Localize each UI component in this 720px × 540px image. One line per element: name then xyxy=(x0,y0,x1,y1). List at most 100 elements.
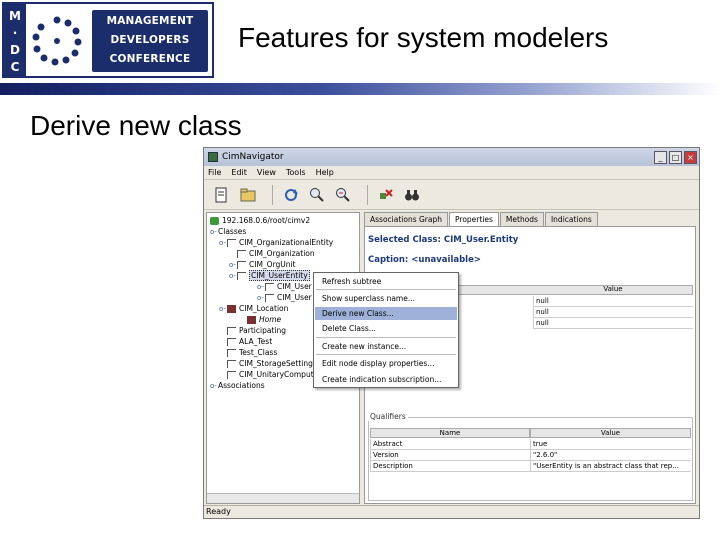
tree-item-label: CIM_UnitaryComputer xyxy=(239,370,322,379)
expand-toggle-icon[interactable]: o- xyxy=(229,272,237,280)
tree-item[interactable]: o- Associations xyxy=(210,380,265,391)
tree-item[interactable]: 192.168.0.6/root/cimv2 xyxy=(210,215,310,226)
class-icon xyxy=(227,326,236,335)
logo-dot-ring-icon xyxy=(32,16,82,66)
tree-item-label: Home xyxy=(259,315,282,324)
menu-help[interactable]: Help xyxy=(316,168,334,177)
logo-letter: D xyxy=(10,43,20,57)
class-icon xyxy=(265,282,274,291)
tree-item[interactable]: o- CIM_OrgUnit xyxy=(229,259,296,270)
selected-class-value: CIM_User.Entity xyxy=(443,235,519,245)
menu-item-show-superclass[interactable]: Show superclass name... xyxy=(315,292,457,305)
open-folder-icon[interactable] xyxy=(238,185,258,205)
menu-item-refresh-subtree[interactable]: Refresh subtree xyxy=(315,275,457,288)
table-cell: Description xyxy=(370,461,530,472)
logo-letter: M xyxy=(9,9,21,23)
tree-item[interactable]: CIM_StorageSetting xyxy=(227,358,313,369)
expand-toggle-icon[interactable]: o- xyxy=(257,283,265,291)
expand-toggle-icon[interactable]: o- xyxy=(210,382,218,390)
delete-node-icon[interactable] xyxy=(376,185,396,205)
tree-item[interactable]: o- CIM_User xyxy=(257,292,312,303)
tree-item[interactable]: Participating xyxy=(227,325,286,336)
table-cell: null xyxy=(533,296,693,307)
horizontal-scrollbar[interactable] xyxy=(207,493,359,503)
table-cell: Abstract xyxy=(370,439,530,450)
class-icon xyxy=(265,293,274,302)
tree-item[interactable]: o- CIM_User xyxy=(257,281,312,292)
class-icon xyxy=(237,271,246,280)
menu-item-derive-new-class[interactable]: Derive new Class... xyxy=(315,307,457,320)
window-titlebar[interactable]: CimNavigator _ □ × xyxy=(204,148,699,166)
tree-item[interactable]: o- Classes xyxy=(210,226,246,237)
logo-letter: C xyxy=(10,60,20,74)
selected-class-label: Selected Class: xyxy=(368,235,441,245)
tree-item[interactable]: ALA_Test xyxy=(227,336,272,347)
folder-icon xyxy=(227,304,236,313)
tab-strip: Associations Graph Properties Methods In… xyxy=(364,212,599,226)
tree-item[interactable]: CIM_Organization xyxy=(237,248,315,259)
tree-item-selected[interactable]: o- CIM_UserEntity xyxy=(229,270,310,281)
tree-item[interactable]: CIM_UnitaryComputer xyxy=(227,369,321,380)
tree-item-label: Associations xyxy=(218,381,265,390)
binoculars-icon[interactable] xyxy=(402,185,422,205)
menu-item-create-indication-subscription[interactable]: Create indication subscription... xyxy=(315,373,457,386)
tree-item-label: CIM_User xyxy=(277,293,312,302)
tab-indications[interactable]: Indications xyxy=(544,212,598,226)
tree-item-label: CIM_User xyxy=(277,282,312,291)
class-icon xyxy=(237,249,246,258)
instance-icon xyxy=(247,315,256,324)
menu-separator xyxy=(316,354,456,355)
tree-item[interactable]: Home xyxy=(247,314,281,325)
table-cell: "2.6.0" xyxy=(530,450,691,461)
zoom-in-icon[interactable] xyxy=(307,185,327,205)
menu-edit[interactable]: Edit xyxy=(231,168,247,177)
document-icon[interactable] xyxy=(212,185,232,205)
logo-line: CONFERENCE xyxy=(109,53,191,65)
menu-item-create-instance[interactable]: Create new instance... xyxy=(315,340,457,353)
close-button[interactable]: × xyxy=(684,150,697,164)
toolbar xyxy=(204,180,699,210)
expand-toggle-icon[interactable]: o- xyxy=(219,239,227,247)
host-icon xyxy=(210,216,219,225)
logo-letter-bar: M · D C xyxy=(4,4,26,76)
tree-item-label: CIM_Organization xyxy=(249,249,315,258)
slide-subtitle: Derive new class xyxy=(30,110,242,141)
expand-toggle-icon[interactable]: o- xyxy=(210,228,218,236)
table-cell: "UserEntity is an abstract class that re… xyxy=(530,461,691,472)
table-cell: true xyxy=(530,439,691,450)
class-icon xyxy=(227,370,236,379)
app-icon xyxy=(208,152,218,162)
tree-item-label: CIM_Location xyxy=(239,304,289,313)
tree-item[interactable]: o- CIM_OrganizationalEntity xyxy=(219,237,333,248)
menu-item-delete-class[interactable]: Delete Class... xyxy=(315,322,457,335)
maximize-button[interactable]: □ xyxy=(669,150,682,164)
zoom-out-icon[interactable] xyxy=(333,185,353,205)
class-icon xyxy=(227,348,236,357)
menu-tools[interactable]: Tools xyxy=(286,168,306,177)
menu-item-edit-display-properties[interactable]: Edit node display properties... xyxy=(315,357,457,370)
class-icon xyxy=(227,238,236,247)
window-title: CimNavigator xyxy=(222,152,284,162)
class-icon xyxy=(237,260,246,269)
menu-view[interactable]: View xyxy=(257,168,276,177)
caption-label: Caption: xyxy=(368,255,409,265)
expand-toggle-icon[interactable]: o- xyxy=(257,294,265,302)
tab-properties[interactable]: Properties xyxy=(449,212,499,226)
menu-file[interactable]: File xyxy=(208,168,221,177)
value-column-header: Value xyxy=(603,285,623,293)
tree-item-label: Classes xyxy=(218,227,247,236)
tree-item-label: 192.168.0.6/root/cimv2 xyxy=(222,216,311,225)
tree-item[interactable]: o- CIM_Location xyxy=(219,303,288,314)
tab-associations-graph[interactable]: Associations Graph xyxy=(364,212,449,226)
table-cell: null xyxy=(533,318,693,329)
expand-toggle-icon[interactable]: o- xyxy=(219,305,227,313)
caption-value: <unavailable> xyxy=(411,255,481,265)
tree-item[interactable]: Test_Class xyxy=(227,347,277,358)
tab-methods[interactable]: Methods xyxy=(499,212,544,226)
logo-line: MANAGEMENT xyxy=(106,15,194,27)
tree-item-label: Test_Class xyxy=(239,348,278,357)
minimize-button[interactable]: _ xyxy=(654,150,667,164)
refresh-icon[interactable] xyxy=(281,185,301,205)
logo-line: DEVELOPERS xyxy=(110,34,190,46)
expand-toggle-icon[interactable]: o- xyxy=(229,261,237,269)
